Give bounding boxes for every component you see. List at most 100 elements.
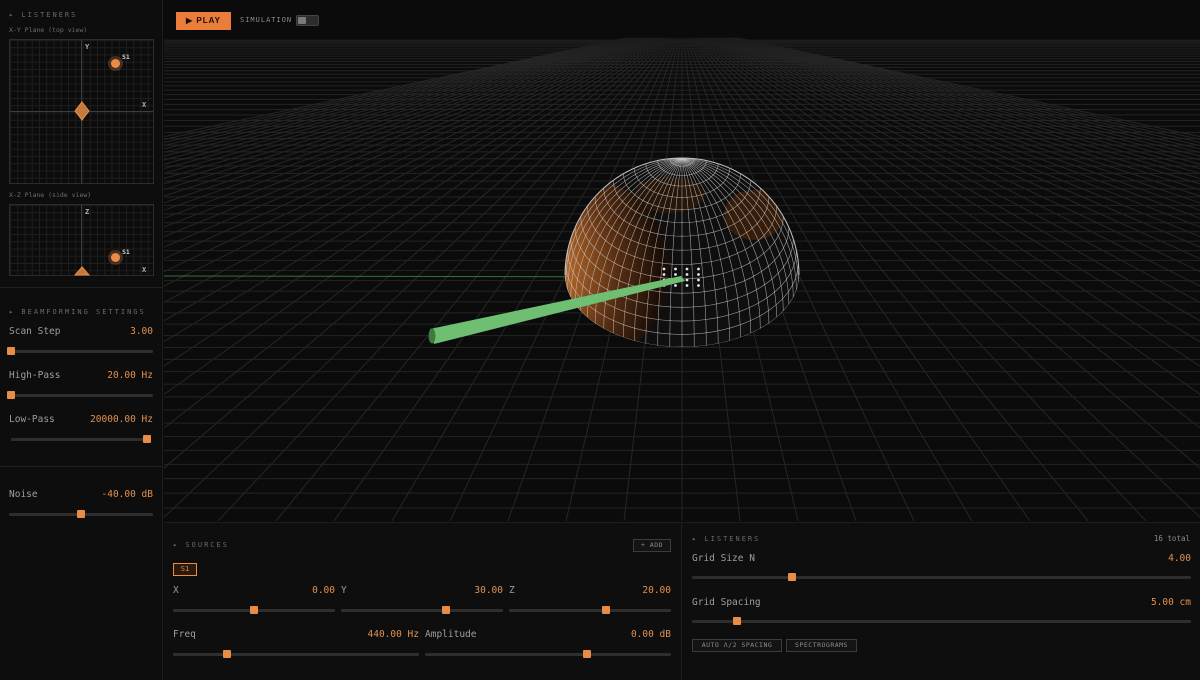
listeners-panel: ▸ LISTENERS 16 total Grid Size N 4.00 Gr…	[681, 522, 1200, 680]
source-z-value: 20.00	[642, 585, 671, 596]
xy-plane-label: X-Y Plane (top view)	[9, 26, 88, 34]
listener-mic-dot	[662, 267, 666, 271]
source-y-label: Y	[341, 585, 347, 596]
low-pass-label: Low-Pass	[9, 414, 55, 425]
dome-heatmap-spot-3	[634, 177, 704, 213]
source-z-label: Z	[509, 585, 515, 596]
scan-step-param: Scan Step 3.00	[9, 326, 153, 338]
listeners-panel-title: ▸ LISTENERS	[692, 535, 761, 543]
source-x-label: X	[173, 585, 179, 596]
sidebar-divider	[0, 287, 163, 288]
listener-mic-dot	[697, 284, 700, 287]
simulation-toggle[interactable]	[296, 15, 319, 26]
high-pass-label: High-Pass	[9, 370, 61, 381]
xz-vertical-axis	[81, 205, 82, 275]
source-amplitude-value: 0.00 dB	[630, 629, 671, 640]
scan-step-slider[interactable]	[7, 347, 153, 355]
xz-source-dot[interactable]	[111, 253, 120, 262]
listener-mic-dot	[685, 273, 689, 276]
noise-param: Noise -40.00 dB	[9, 489, 153, 501]
source-z-param: Z 20.00	[509, 585, 671, 597]
xz-plane-label: X-Z Plane (side view)	[9, 191, 92, 199]
xy-plane-view[interactable]: Y X S1	[9, 39, 154, 184]
source-freq-slider[interactable]	[173, 650, 419, 658]
sidebar-divider-2	[0, 466, 163, 467]
listener-array-side-icon	[74, 266, 90, 276]
xy-y-axis-label: Y	[85, 43, 90, 51]
listener-mic-dot	[685, 278, 689, 282]
high-pass-value: 20.00 Hz	[107, 370, 153, 381]
listeners-section-title: ▸ LISTENERS	[9, 11, 78, 19]
listener-mic-dot	[685, 284, 689, 287]
beam-end-cap	[428, 328, 436, 344]
noise-value: -40.00 dB	[101, 489, 153, 500]
beamforming-section-title: ▸ BEAMFORMING SETTINGS	[9, 308, 146, 316]
scan-step-value: 3.00	[130, 326, 153, 337]
grid-spacing-slider[interactable]	[692, 617, 1191, 625]
source-freq-slider-thumb[interactable]	[223, 650, 232, 658]
sources-title: ▸ SOURCES	[173, 541, 229, 549]
low-pass-slider-thumb[interactable]	[143, 435, 151, 443]
source-freq-value: 440.00 Hz	[367, 629, 419, 640]
low-pass-value: 20000.00 Hz	[90, 414, 153, 425]
source-y-slider-thumb[interactable]	[442, 606, 451, 614]
left-sidebar: ▸ LISTENERS X-Y Plane (top view) Y X S1 …	[0, 0, 163, 680]
source-amplitude-slider[interactable]	[425, 650, 671, 658]
high-pass-slider-thumb[interactable]	[7, 391, 15, 399]
low-pass-slider[interactable]	[11, 435, 151, 443]
spectrograms-button[interactable]: SPECTROGRAMS	[786, 639, 857, 652]
noise-slider-thumb[interactable]	[77, 510, 85, 518]
grid-spacing-slider-thumb[interactable]	[732, 617, 741, 625]
noise-slider[interactable]	[9, 510, 153, 518]
grid-spacing-label: Grid Spacing	[692, 597, 761, 608]
source-chip-s1[interactable]: S1	[173, 563, 197, 576]
source-freq-param: Freq 440.00 Hz	[173, 629, 419, 641]
grid-size-param: Grid Size N 4.00	[692, 553, 1191, 565]
high-pass-param: High-Pass 20.00 Hz	[9, 370, 153, 382]
grid-spacing-param: Grid Spacing 5.00 cm	[692, 597, 1191, 609]
simulation-label: SIMULATION	[240, 16, 293, 24]
source-x-slider[interactable]	[173, 606, 335, 614]
scan-step-label: Scan Step	[9, 326, 61, 337]
listener-array-marker-icon	[74, 101, 90, 121]
listener-mic-dot	[685, 267, 689, 271]
auto-spacing-button[interactable]: AUTO λ/2 SPACING	[692, 639, 782, 652]
add-source-button[interactable]: + ADD	[633, 539, 671, 552]
grid-size-value: 4.00	[1168, 553, 1191, 564]
simulation-toggle-knob	[298, 17, 306, 24]
listener-mic-dot	[674, 284, 677, 287]
grid-spacing-value: 5.00 cm	[1150, 597, 1191, 608]
source-freq-label: Freq	[173, 629, 196, 640]
listener-mic-dot	[662, 273, 666, 276]
source-z-slider-thumb[interactable]	[602, 606, 611, 614]
noise-label: Noise	[9, 489, 38, 500]
xz-source-label: S1	[122, 248, 130, 256]
source-y-param: Y 30.00	[341, 585, 503, 597]
listener-mic-dot	[674, 267, 677, 271]
source-x-value: 0.00	[312, 585, 335, 596]
source-amplitude-param: Amplitude 0.00 dB	[425, 629, 671, 641]
play-button[interactable]: ▶ PLAY	[176, 12, 231, 30]
grid-size-slider-thumb[interactable]	[787, 573, 796, 581]
listener-mic-dot	[697, 278, 700, 282]
xy-source-label: S1	[122, 53, 130, 61]
source-x-slider-thumb[interactable]	[250, 606, 258, 614]
source-x-param: X 0.00	[173, 585, 335, 597]
low-pass-param: Low-Pass 20000.00 Hz	[9, 414, 153, 426]
xz-x-axis-label: X	[142, 266, 147, 274]
source-amplitude-slider-thumb[interactable]	[583, 650, 592, 658]
listener-mic-dot	[697, 273, 700, 276]
source-y-slider[interactable]	[341, 606, 503, 614]
high-pass-slider[interactable]	[7, 391, 153, 399]
source-amplitude-label: Amplitude	[425, 629, 477, 640]
3d-viewport[interactable]: ▶ PLAY SIMULATION	[164, 0, 1200, 521]
xz-z-axis-label: Z	[85, 208, 90, 216]
listener-mic-dot	[674, 273, 677, 276]
sources-panel: ▸ SOURCES + ADD S1 X 0.00 Y 30.00 Z 20.0…	[164, 522, 681, 680]
3d-scene[interactable]	[164, 0, 1200, 521]
source-z-slider[interactable]	[509, 606, 671, 614]
xy-source-dot[interactable]	[111, 59, 120, 68]
xz-plane-view[interactable]: Z X S1	[9, 204, 154, 276]
scan-step-slider-thumb[interactable]	[7, 347, 15, 355]
grid-size-slider[interactable]	[692, 573, 1191, 581]
